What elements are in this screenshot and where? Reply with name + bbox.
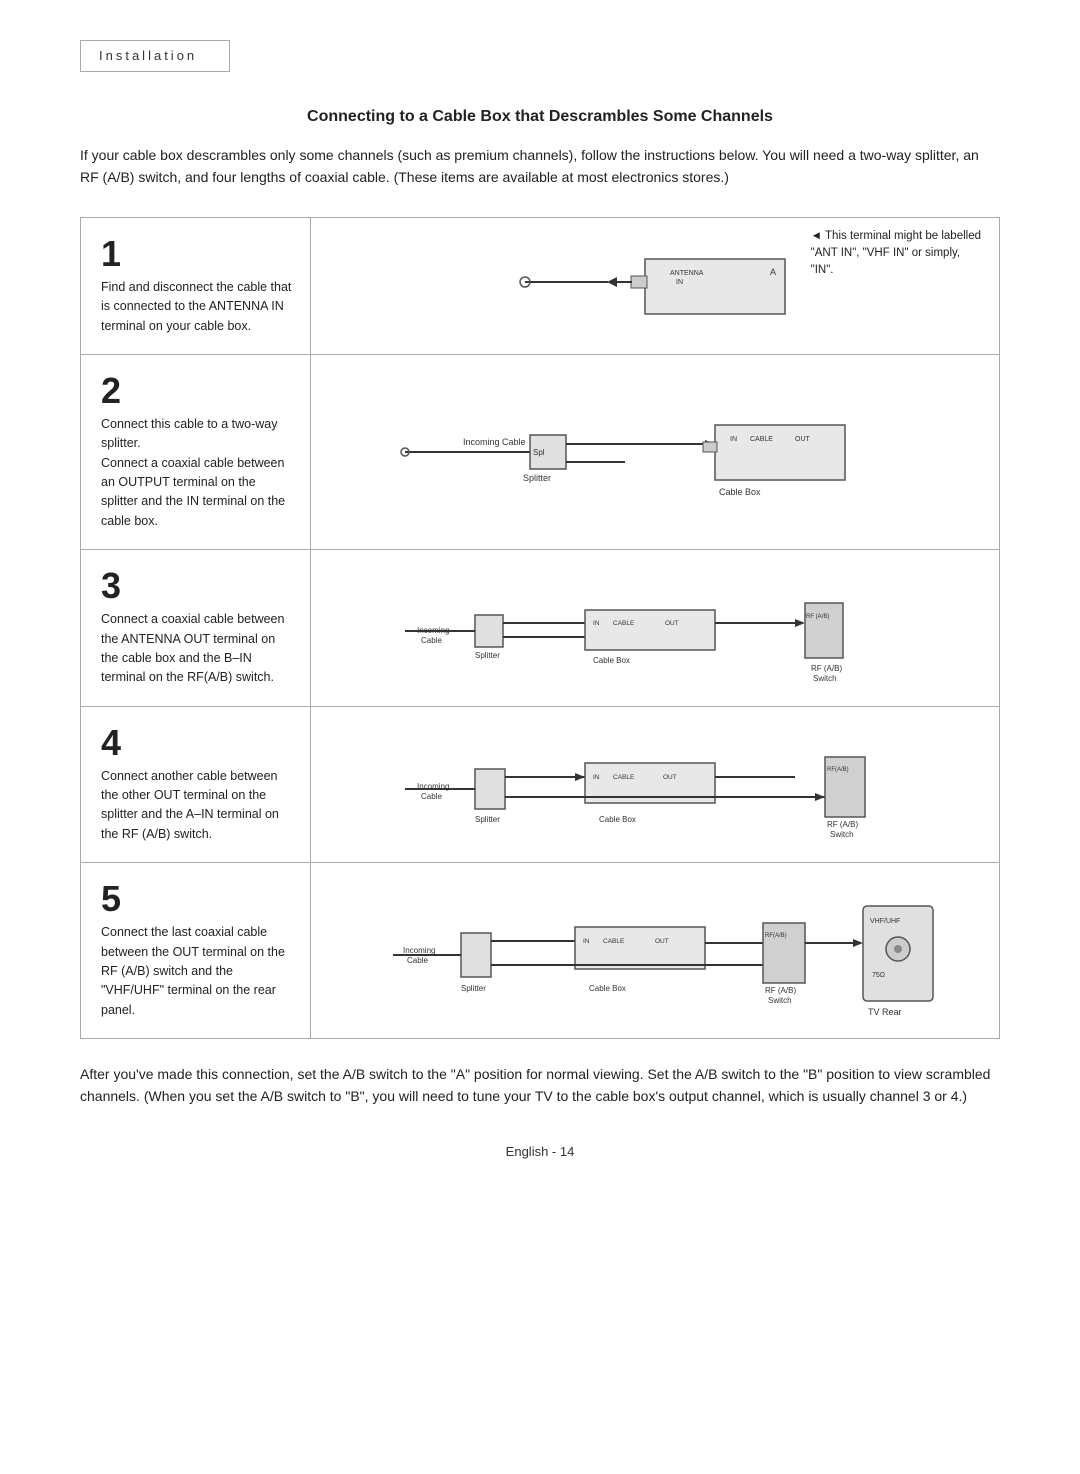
diagram-3: Incoming Cable Splitter IN CABLE OUT Cab… xyxy=(375,563,935,693)
svg-text:75Ω: 75Ω xyxy=(872,972,885,979)
step-2-desc: Connect this cable to a two-way splitter… xyxy=(101,415,294,531)
svg-text:RF(A/B): RF(A/B) xyxy=(827,767,849,773)
svg-text:CABLE: CABLE xyxy=(613,620,635,627)
svg-text:Incoming Cable: Incoming Cable xyxy=(463,437,526,447)
step-5-desc: Connect the last coaxial cable between t… xyxy=(101,923,294,1020)
step-row-5: 5 Connect the last coaxial cable between… xyxy=(81,863,999,1038)
svg-text:RF(A/B): RF(A/B) xyxy=(765,933,787,939)
svg-text:VHF/UHF: VHF/UHF xyxy=(870,918,900,925)
svg-text:Switch: Switch xyxy=(813,674,837,683)
step-1-note: ◄ This terminal might be labelled "ANT I… xyxy=(811,228,981,280)
svg-text:IN: IN xyxy=(593,620,600,627)
step-row-2: 2 Connect this cable to a two-way splitt… xyxy=(81,355,999,550)
note-line3: "IN". xyxy=(811,264,834,276)
intro-text: If your cable box descrambles only some … xyxy=(80,144,1000,189)
svg-text:RF (A/B): RF (A/B) xyxy=(827,820,858,829)
steps-container: 1 Find and disconnect the cable that is … xyxy=(80,217,1000,1039)
step-2-num: 2 xyxy=(101,373,294,409)
step-4-right: Incoming Cable Splitter IN CABLE xyxy=(311,707,999,863)
step-3-right: Incoming Cable Splitter IN CABLE OUT Cab… xyxy=(311,550,999,706)
step-4-desc: Connect another cable between the other … xyxy=(101,767,294,845)
svg-text:Cable: Cable xyxy=(421,636,442,645)
svg-text:IN: IN xyxy=(583,938,590,945)
note-line1: This terminal might be labelled xyxy=(825,230,981,242)
svg-text:Cable: Cable xyxy=(421,792,442,801)
svg-text:OUT: OUT xyxy=(663,774,677,781)
svg-text:IN: IN xyxy=(676,279,683,286)
step-5-left: 5 Connect the last coaxial cable between… xyxy=(81,863,311,1038)
svg-text:RF (A/B): RF (A/B) xyxy=(765,986,796,995)
step-row-1: 1 Find and disconnect the cable that is … xyxy=(81,218,999,355)
header-box: Installation xyxy=(80,40,230,72)
svg-text:CABLE: CABLE xyxy=(750,436,773,443)
svg-text:Incoming: Incoming xyxy=(403,946,435,955)
svg-text:Spl: Spl xyxy=(533,448,545,457)
step-2-left: 2 Connect this cable to a two-way splitt… xyxy=(81,355,311,549)
page-number: English - 14 xyxy=(80,1144,1000,1159)
svg-text:Cable Box: Cable Box xyxy=(589,984,626,993)
header-label: Installation xyxy=(99,48,197,63)
step-1-desc: Find and disconnect the cable that is co… xyxy=(101,278,294,336)
svg-text:Cable Box: Cable Box xyxy=(719,487,761,497)
step-row-3: 3 Connect a coaxial cable between the AN… xyxy=(81,550,999,707)
diagram-4: Incoming Cable Splitter IN CABLE xyxy=(375,719,935,849)
svg-text:Splitter: Splitter xyxy=(523,473,551,483)
svg-text:A: A xyxy=(770,267,776,277)
step-4-left: 4 Connect another cable between the othe… xyxy=(81,707,311,863)
step-3-desc: Connect a coaxial cable between the ANTE… xyxy=(101,610,294,688)
svg-text:IN: IN xyxy=(593,774,600,781)
svg-text:Cable Box: Cable Box xyxy=(593,656,630,665)
svg-text:OUT: OUT xyxy=(655,938,669,945)
step-1-right: ◄ This terminal might be labelled "ANT I… xyxy=(311,218,999,354)
svg-text:Switch: Switch xyxy=(830,830,854,839)
step-3-num: 3 xyxy=(101,568,294,604)
svg-text:RF (A/B): RF (A/B) xyxy=(806,614,829,620)
step-3-left: 3 Connect a coaxial cable between the AN… xyxy=(81,550,311,706)
note-triangle: ◄ xyxy=(811,230,822,242)
svg-text:Splitter: Splitter xyxy=(475,651,500,660)
section-title: Connecting to a Cable Box that Descrambl… xyxy=(80,108,1000,126)
svg-text:ANTENNA: ANTENNA xyxy=(670,270,704,277)
svg-text:OUT: OUT xyxy=(795,436,811,443)
diagram-1: ANTENNA IN A xyxy=(445,231,865,341)
step-1-num: 1 xyxy=(101,236,294,272)
diagram-5: Incoming Cable Splitter IN CABLE OUT Cab… xyxy=(365,881,945,1021)
svg-text:IN: IN xyxy=(730,436,737,443)
step-1-left: 1 Find and disconnect the cable that is … xyxy=(81,218,311,354)
outro-text: After you've made this connection, set t… xyxy=(80,1063,1000,1108)
svg-text:Cable: Cable xyxy=(407,956,428,965)
step-5-num: 5 xyxy=(101,881,294,917)
svg-text:Switch: Switch xyxy=(768,996,792,1005)
svg-text:TV Rear: TV Rear xyxy=(868,1007,902,1017)
svg-text:Splitter: Splitter xyxy=(475,815,500,824)
svg-text:OUT: OUT xyxy=(665,620,679,627)
step-4-num: 4 xyxy=(101,725,294,761)
diagram-2: Incoming Cable Spl Splitter xyxy=(375,387,935,517)
svg-text:Splitter: Splitter xyxy=(461,984,486,993)
svg-text:CABLE: CABLE xyxy=(603,938,625,945)
svg-text:RF (A/B): RF (A/B) xyxy=(811,664,842,673)
step-row-4: 4 Connect another cable between the othe… xyxy=(81,707,999,864)
svg-text:CABLE: CABLE xyxy=(613,774,635,781)
step-2-right: Incoming Cable Spl Splitter xyxy=(311,355,999,549)
svg-text:Cable Box: Cable Box xyxy=(599,815,636,824)
step-5-right: Incoming Cable Splitter IN CABLE OUT Cab… xyxy=(311,863,999,1038)
note-line2: "ANT IN", "VHF IN" or simply, xyxy=(811,247,960,259)
